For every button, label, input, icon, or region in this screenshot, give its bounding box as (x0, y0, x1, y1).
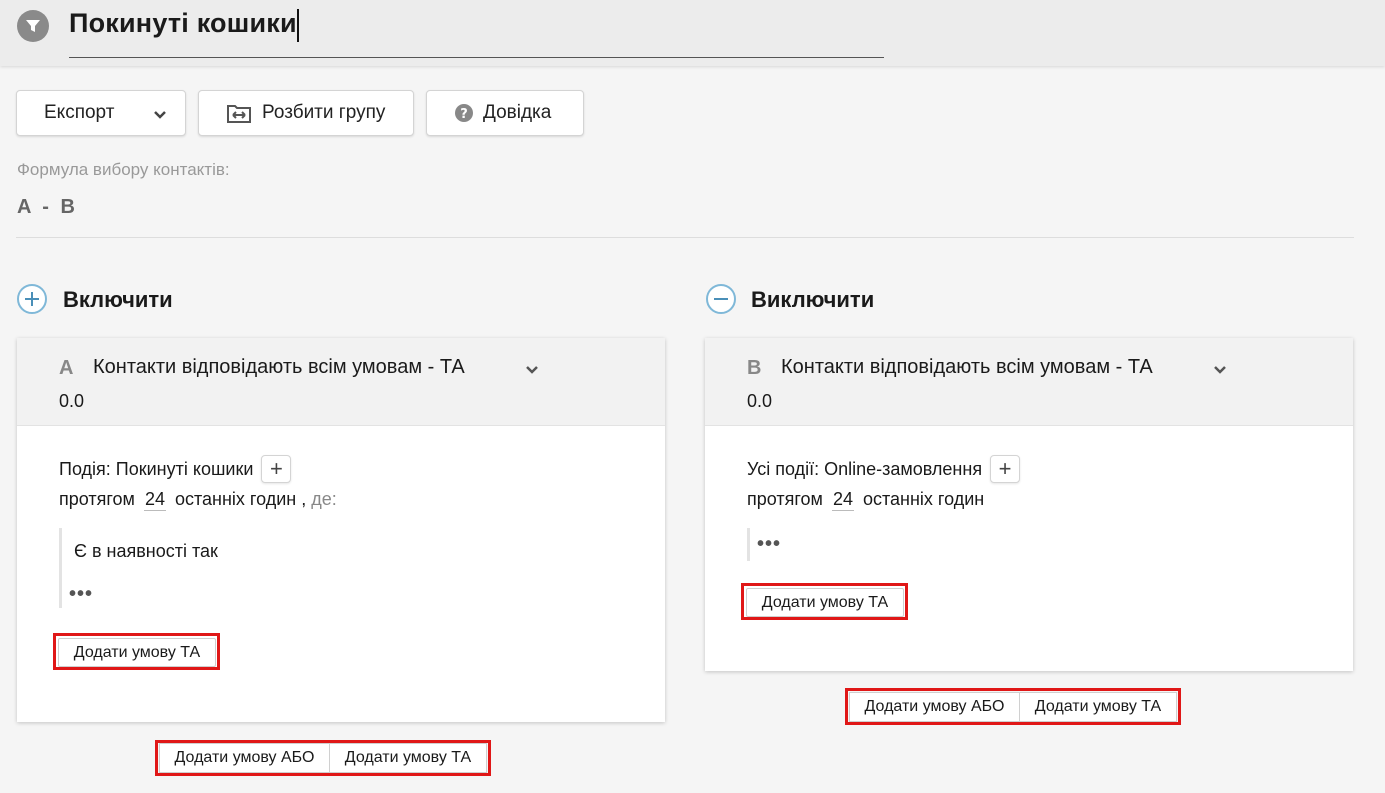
card-header: B Контакти відповідають всім умовам - ТА… (705, 338, 1353, 426)
hours-input[interactable]: 24 (831, 489, 854, 511)
match-mode[interactable]: Контакти відповідають всім умовам - ТА (93, 356, 465, 379)
condition-bar (747, 528, 750, 561)
card-header: A Контакти відповідають всім умовам - ТА… (17, 338, 665, 426)
minus-circle-icon (706, 284, 736, 314)
formula-label: Формула вибору контактів: (17, 160, 230, 179)
match-mode[interactable]: Контакти відповідають всім умовам - ТА (781, 356, 1153, 379)
add-event-button[interactable]: + (990, 455, 1021, 483)
where-label: де: (311, 489, 337, 509)
help-icon: ? (454, 103, 474, 123)
exclude-card: B Контакти відповідають всім умовам - ТА… (705, 338, 1353, 671)
comma: , (301, 489, 307, 509)
highlight-box (53, 633, 220, 670)
divider (16, 237, 1354, 238)
group-score: 0.0 (59, 391, 85, 411)
period-line: протягом 24 останніх годин , де: (59, 489, 337, 511)
group-letter: A (59, 357, 74, 379)
hours-input[interactable]: 24 (143, 489, 166, 511)
header-bar: Покинуті кошики (0, 0, 1385, 66)
text-cursor (297, 9, 299, 42)
help-label: Довідка (483, 102, 552, 123)
period-suffix: останніх годин (862, 489, 985, 509)
more-options-icon[interactable]: ••• (757, 533, 781, 556)
event-line: Подія: Покинуті кошики + (59, 455, 292, 483)
formula-value: A - B (17, 196, 75, 218)
event-line: Усі події: Online-замовлення + (747, 455, 1021, 483)
chevron-down-icon[interactable] (1213, 363, 1227, 382)
add-event-button[interactable]: + (261, 455, 292, 483)
export-label: Експорт (44, 102, 115, 123)
event-text[interactable]: Усі події: Online-замовлення (747, 459, 982, 480)
title-underline (69, 57, 884, 58)
export-button[interactable]: Експорт (16, 90, 186, 136)
condition-text[interactable]: Є в наявності так (74, 541, 218, 562)
split-folder-icon (226, 102, 252, 124)
exclude-title: Виключити (751, 287, 875, 312)
highlight-box (741, 583, 908, 620)
split-group-button[interactable]: Розбити групу (198, 90, 414, 136)
group-score: 0.0 (747, 391, 773, 411)
filter-icon (17, 10, 49, 42)
include-card: A Контакти відповідають всім умовам - ТА… (17, 338, 665, 722)
include-title: Включити (63, 287, 173, 312)
svg-text:?: ? (460, 107, 468, 122)
event-text[interactable]: Подія: Покинуті кошики (59, 459, 253, 480)
group-letter: B (747, 357, 762, 379)
condition-bar (59, 528, 62, 608)
period-suffix: останніх годин (174, 489, 297, 509)
page-title[interactable]: Покинуті кошики (69, 8, 297, 39)
period-line: протягом 24 останніх годин (747, 489, 984, 511)
more-options-icon[interactable]: ••• (69, 583, 93, 606)
split-group-label: Розбити групу (262, 102, 386, 123)
highlight-box (155, 740, 491, 776)
chevron-down-icon[interactable] (525, 363, 539, 382)
period-prefix: протягом (747, 489, 823, 509)
chevron-down-icon (153, 106, 167, 128)
plus-circle-icon (17, 284, 47, 314)
highlight-box (845, 688, 1181, 725)
period-prefix: протягом (59, 489, 135, 509)
help-button[interactable]: ? Довідка (426, 90, 584, 136)
